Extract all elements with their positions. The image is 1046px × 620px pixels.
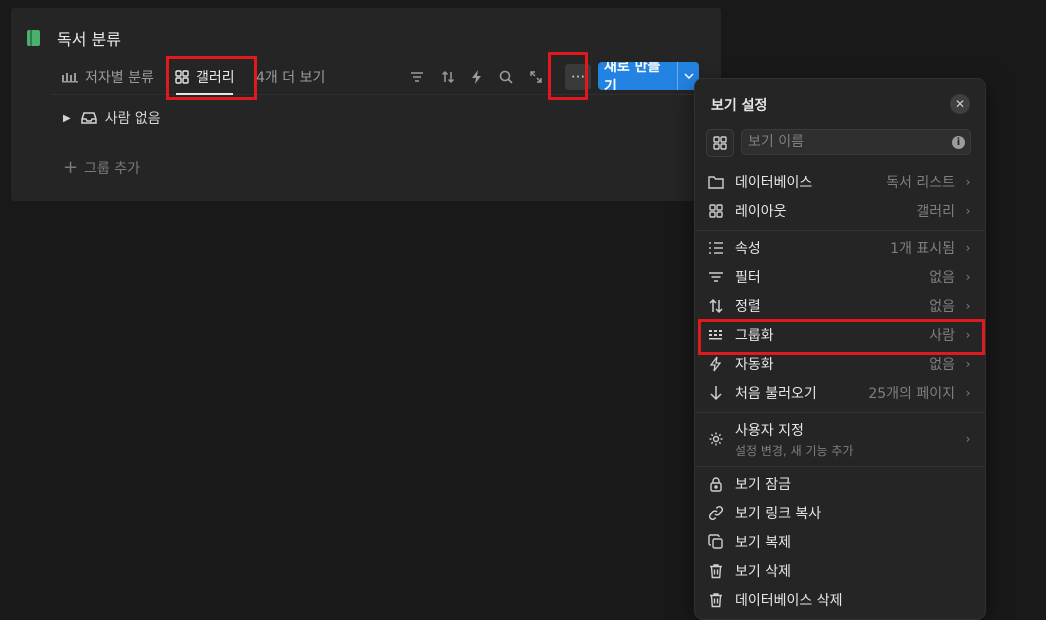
filter-icon[interactable] [408, 68, 426, 86]
menu-item-sort[interactable]: 정렬 없음 › [701, 292, 979, 320]
inbox-icon [80, 112, 97, 124]
view-settings-menu: 보기 설정 ✕ i 데이터베이스 독서 리스트 › 레이아웃 갤러리 › 속성 … [695, 79, 985, 619]
sort-icon[interactable] [439, 68, 457, 86]
menu-item-delete-view[interactable]: 보기 삭제 [701, 557, 979, 585]
more-options-button[interactable]: ··· [565, 64, 591, 90]
triangle-right-icon[interactable]: ▶ [63, 113, 71, 124]
lock-icon [707, 475, 725, 493]
chevron-right-icon: › [965, 175, 971, 189]
chevron-right-icon: › [965, 204, 971, 218]
menu-item-automation[interactable]: 자동화 없음 › [701, 350, 979, 378]
menu-item-group[interactable]: 그룹화 사람 › [701, 321, 979, 349]
menu-item-copy-link[interactable]: 보기 링크 복사 [701, 499, 979, 527]
more-views-link[interactable]: 4개 더 보기 [256, 60, 325, 94]
expand-icon[interactable] [527, 68, 545, 86]
folder-icon [707, 173, 725, 191]
list-icon [707, 239, 725, 257]
duplicate-icon [707, 533, 725, 551]
tab-author-board[interactable]: 저자별 분류 [61, 60, 154, 94]
filter-icon [707, 268, 725, 286]
search-icon[interactable] [497, 68, 515, 86]
automation-icon [707, 355, 725, 373]
more-icon: ··· [570, 68, 586, 86]
menu-item-lock-view[interactable]: 보기 잠금 [701, 470, 979, 498]
database-title-row: 독서 분류 [25, 26, 121, 50]
close-button[interactable]: ✕ [950, 94, 970, 114]
sort-icon [707, 297, 725, 315]
trash-icon [707, 591, 725, 609]
menu-item-initial-load[interactable]: 처음 불러오기 25개의 페이지 › [701, 379, 979, 407]
menu-item-database[interactable]: 데이터베이스 독서 리스트 › [701, 168, 979, 196]
chevron-right-icon: › [965, 270, 971, 284]
menu-item-duplicate-view[interactable]: 보기 복제 [701, 528, 979, 556]
group-icon [707, 326, 725, 344]
chevron-right-icon: › [965, 386, 971, 400]
close-icon: ✕ [954, 97, 966, 111]
tab-label: 저자별 분류 [85, 70, 154, 86]
plus-icon: + [63, 157, 79, 178]
divider [695, 412, 985, 413]
group-header[interactable]: ▶ 사람 없음 [63, 108, 161, 128]
new-button-group: 새로 만들기 [598, 62, 699, 90]
board-group-icon [62, 73, 78, 83]
menu-item-customize[interactable]: 사용자 지정 설정 변경, 새 기능 추가 › [701, 419, 979, 459]
chevron-down-icon [684, 73, 694, 79]
gallery-grid-icon [707, 202, 725, 220]
menu-item-filter[interactable]: 필터 없음 › [701, 263, 979, 291]
menu-item-delete-database[interactable]: 데이터베이스 삭제 [701, 586, 979, 614]
view-name-input[interactable] [741, 129, 971, 155]
arrow-down-icon [707, 384, 725, 402]
chevron-right-icon: › [965, 328, 971, 342]
tab-label: 갤러리 [196, 70, 235, 86]
menu-title: 보기 설정 [711, 98, 768, 114]
divider [695, 466, 985, 467]
group-label: 사람 없음 [104, 111, 161, 127]
chevron-right-icon: › [965, 299, 971, 313]
automation-icon[interactable] [468, 68, 486, 86]
chevron-right-icon: › [965, 432, 971, 446]
database-title[interactable]: 독서 분류 [57, 26, 121, 50]
link-icon [707, 504, 725, 522]
divider [695, 230, 985, 231]
database-panel: 독서 분류 저자별 분류 갤러리 4개 더 보기 ··· 새로 만들기 ▶ 사람… [11, 8, 721, 201]
tab-gallery[interactable]: 갤러리 [174, 60, 235, 95]
menu-item-layout[interactable]: 레이아웃 갤러리 › [701, 197, 979, 225]
menu-item-properties[interactable]: 속성 1개 표시됨 › [701, 234, 979, 262]
trash-icon [707, 562, 725, 580]
view-tabs-bar: 저자별 분류 갤러리 4개 더 보기 ··· 새로 만들기 [51, 60, 699, 95]
gallery-grid-icon [175, 70, 189, 84]
gallery-grid-icon [713, 136, 727, 150]
view-icon-button[interactable] [706, 129, 734, 157]
chevron-right-icon: › [965, 357, 971, 371]
add-group-button[interactable]: + 그룹 추가 [63, 158, 140, 178]
gear-icon [707, 430, 725, 448]
chevron-right-icon: › [965, 241, 971, 255]
new-button[interactable]: 새로 만들기 [598, 62, 677, 90]
book-icon [25, 29, 43, 47]
info-icon[interactable]: i [952, 136, 965, 149]
